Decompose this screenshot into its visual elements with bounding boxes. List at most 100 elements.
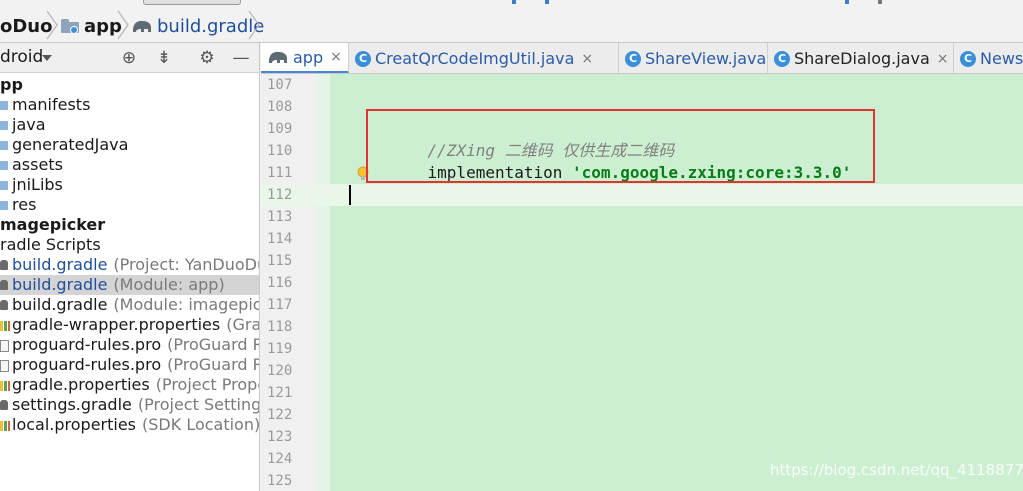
toolbar-icon[interactable]	[845, 0, 849, 4]
java-class-icon: C	[960, 50, 976, 67]
tab-label: News	[980, 49, 1023, 68]
tree-item-label: assets	[12, 155, 63, 175]
project-tree: pp manifests java generatedJava assets jniLib…	[0, 75, 259, 435]
tree-item-name: proguard-rules.pro	[12, 335, 162, 354]
tab-label: CreatQrCodeImgUtil.java	[375, 49, 575, 68]
gradle-elephant-icon	[269, 51, 287, 63]
folder-icon	[0, 121, 8, 130]
line-number: 118	[267, 319, 293, 335]
tree-item-hint: (Module: imagepicke	[113, 295, 259, 314]
tree-item-label: build.gradle (Module: imagepicke	[12, 295, 259, 315]
tree-item-label: proguard-rules.pro (ProGuard Ru	[12, 355, 259, 375]
tree-item[interactable]: manifests	[0, 95, 259, 115]
gear-icon[interactable]: ⚙	[198, 49, 216, 67]
tree-item-hint: (Project: YanDuoDuo	[113, 255, 259, 274]
toolbar-combo[interactable]	[143, 0, 241, 5]
editor-tab[interactable]: C ShareDialog.java ×	[768, 43, 954, 73]
tab-label: ShareView.java	[645, 49, 767, 68]
tree-item[interactable]: gradle-wrapper.properties (Gradl	[0, 315, 259, 335]
close-icon[interactable]: ×	[937, 51, 949, 67]
chevron-down-icon[interactable]	[42, 55, 52, 61]
tree-item[interactable]: build.gradle (Project: YanDuoDuo	[0, 255, 259, 275]
toolbar-strip	[0, 0, 1023, 8]
tree-item[interactable]: java	[0, 115, 259, 135]
project-view-selector[interactable]: droid	[0, 47, 43, 67]
code-editor[interactable]: 107 108 109 110 111 112 113 114 115 116 117 118 119 1…	[261, 74, 1023, 491]
target-icon[interactable]: ⊕	[120, 49, 138, 67]
tree-item[interactable]: proguard-rules.pro (ProGuard Ru	[0, 355, 259, 375]
fold-column	[317, 74, 330, 491]
tree-item-hint: (Project Proper	[155, 375, 259, 394]
tree-item-label: res	[12, 195, 36, 215]
tree-item[interactable]: build.gradle (Module: imagepicke	[0, 295, 259, 315]
navigation-bar: oDuo app build.gradle	[0, 0, 1023, 43]
tree-item[interactable]: local.properties (SDK Location)	[0, 415, 259, 435]
line-number: 115	[267, 253, 293, 269]
project-panel-header: droid ⊕ ⇟ ⚙ —	[0, 43, 259, 73]
file-icon	[0, 360, 9, 372]
minimize-icon[interactable]: —	[232, 49, 250, 67]
close-icon[interactable]: ×	[581, 51, 593, 67]
folder-icon	[0, 101, 8, 110]
breadcrumb-separator-icon	[46, 10, 58, 40]
tree-item[interactable]: pp	[0, 75, 259, 95]
line-number: 116	[267, 275, 293, 291]
tree-item[interactable]: gradle.properties (Project Proper	[0, 375, 259, 395]
breadcrumb-module[interactable]: app	[61, 13, 122, 39]
properties-file-icon	[0, 381, 10, 391]
gradle-file-icon	[0, 400, 8, 410]
gradle-file-icon	[0, 280, 8, 290]
tree-item[interactable]: radle Scripts	[0, 235, 259, 255]
editor-tab[interactable]: app ×	[261, 43, 349, 73]
tree-item-label: pp	[0, 75, 23, 95]
editor-tab[interactable]: C CreatQrCodeImgUtil.java ×	[349, 43, 619, 73]
tree-item-label: generatedJava	[12, 135, 128, 155]
breadcrumb-file[interactable]: build.gradle	[131, 13, 264, 39]
folder-icon	[0, 201, 8, 210]
tree-item-hint: (ProGuard Ru	[167, 355, 259, 374]
tree-item[interactable]: res	[0, 195, 259, 215]
line-number: 108	[267, 99, 293, 115]
tree-item-name: gradle-wrapper.properties	[12, 315, 221, 334]
close-icon[interactable]: ×	[330, 49, 342, 65]
toolbar-icon[interactable]	[878, 0, 882, 4]
line-number: 125	[267, 473, 293, 489]
line-number: 114	[267, 231, 293, 247]
breadcrumb-separator-icon	[117, 10, 129, 40]
module-folder-icon	[61, 19, 79, 34]
gradle-file-icon	[0, 260, 8, 270]
java-class-icon: C	[625, 50, 641, 67]
folder-icon	[0, 141, 8, 150]
tree-item[interactable]: proguard-rules.pro (ProGuard Ru	[0, 335, 259, 355]
tree-item[interactable]: magepicker	[0, 215, 259, 235]
line-number: 107	[267, 77, 293, 93]
line-number: 111	[267, 165, 293, 181]
tree-item-name: pp	[0, 75, 23, 94]
gradle-file-icon	[0, 300, 8, 310]
editor-tab[interactable]: CShareView.java×	[619, 43, 785, 73]
tree-item-name: generatedJava	[12, 135, 129, 154]
java-class-icon: C	[774, 50, 790, 67]
toolbar-icon[interactable]	[512, 0, 516, 4]
tree-item-label: build.gradle (Project: YanDuoDuo	[12, 255, 259, 275]
toolbar-icon[interactable]	[545, 0, 549, 4]
tree-item-label: magepicker	[0, 215, 105, 235]
tree-item[interactable]: assets	[0, 155, 259, 175]
collapse-all-icon[interactable]: ⇟	[155, 49, 173, 67]
tab-label: ShareDialog.java	[794, 49, 930, 68]
tree-item-name: proguard-rules.pro	[12, 355, 162, 374]
editor-tab[interactable]: C News	[954, 43, 1023, 73]
tree-item-hint: (ProGuard Ru	[167, 335, 259, 354]
tree-item-name: settings.gradle	[12, 395, 132, 414]
tree-item[interactable]: settings.gradle (Project Settings)	[0, 395, 259, 415]
tree-item-label: local.properties (SDK Location)	[12, 415, 259, 435]
java-class-icon: C	[355, 50, 371, 67]
tree-item-name: local.properties	[12, 415, 137, 434]
project-panel: droid ⊕ ⇟ ⚙ — pp manifests java generatedJa…	[0, 43, 260, 491]
breadcrumb-separator-icon	[248, 10, 260, 40]
tree-item[interactable]: jniLibs	[0, 175, 259, 195]
tree-item[interactable]: build.gradle (Module: app)	[0, 275, 259, 295]
tree-item-label: jniLibs	[12, 175, 63, 195]
line-number: 124	[267, 451, 293, 467]
tree-item[interactable]: generatedJava	[0, 135, 259, 155]
